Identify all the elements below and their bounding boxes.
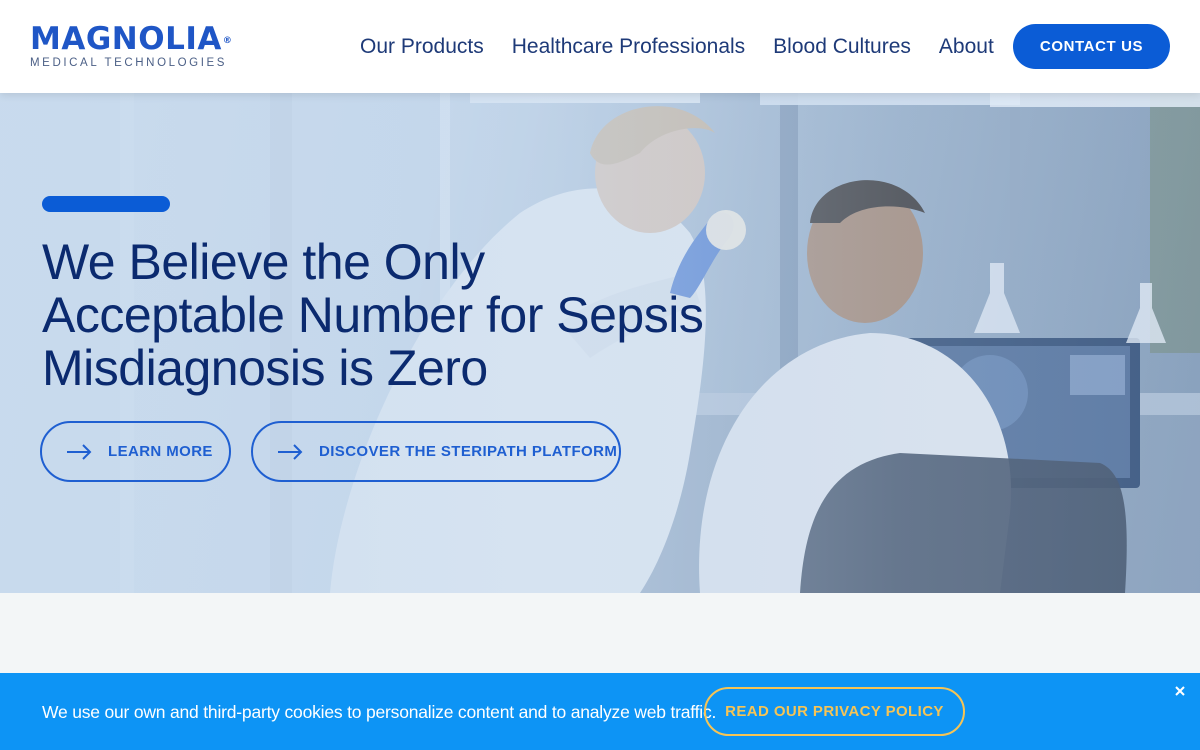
privacy-policy-button[interactable]: READ OUR PRIVACY POLICY <box>704 687 965 736</box>
nav-blood-cultures[interactable]: Blood Cultures <box>773 33 911 61</box>
site-header: MAGNOLIA® MEDICAL TECHNOLOGIES Our Produ… <box>0 0 1200 93</box>
cookie-banner: We use our own and third-party cookies t… <box>0 673 1200 750</box>
learn-more-button[interactable]: LEARN MORE <box>40 421 231 482</box>
discover-steripath-label: DISCOVER THE STERIPATH PLATFORM <box>319 443 618 460</box>
hero-title-line: We Believe the Only <box>42 234 485 290</box>
discover-steripath-button[interactable]: DISCOVER THE STERIPATH PLATFORM <box>251 421 621 482</box>
learn-more-label: LEARN MORE <box>108 443 213 460</box>
contact-us-button[interactable]: CONTACT US <box>1013 24 1170 69</box>
arrow-right-icon <box>278 443 303 460</box>
hero-section: We Believe the Only Acceptable Number fo… <box>0 93 1200 593</box>
hero-title: We Believe the Only Acceptable Number fo… <box>42 236 742 395</box>
hero-title-line: Misdiagnosis is Zero <box>42 340 488 396</box>
content-section <box>0 593 1200 673</box>
nav-our-products[interactable]: Our Products <box>360 33 484 61</box>
cookie-message: We use our own and third-party cookies t… <box>42 702 717 722</box>
logo-wordmark: MAGNOLIA <box>30 21 222 57</box>
nav-about[interactable]: About <box>939 33 994 61</box>
hero-title-line: Acceptable Number for Sepsis <box>42 287 704 343</box>
close-icon[interactable] <box>1172 683 1188 699</box>
logo-trademark: ® <box>222 36 233 46</box>
magnolia-logo[interactable]: MAGNOLIA® MEDICAL TECHNOLOGIES <box>30 22 232 70</box>
arrow-right-icon <box>67 443 92 460</box>
hero-accent-bar <box>42 196 170 212</box>
logo-subtitle: MEDICAL TECHNOLOGIES <box>30 57 228 69</box>
nav-healthcare-professionals[interactable]: Healthcare Professionals <box>512 33 745 61</box>
main-nav: Our Products Healthcare Professionals Bl… <box>360 33 994 61</box>
